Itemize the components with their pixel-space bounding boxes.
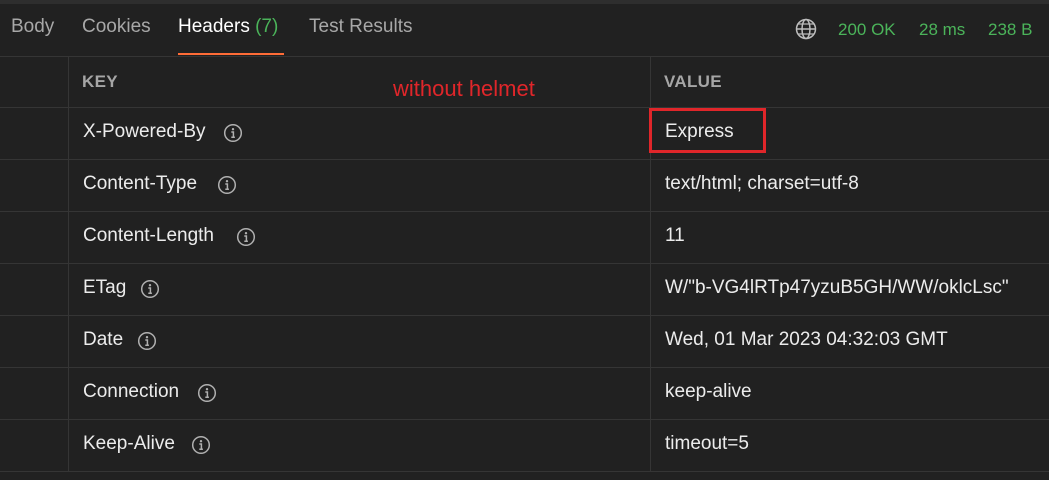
info-icon[interactable] — [140, 279, 160, 299]
header-key: Content-Type — [83, 173, 198, 194]
value-cell: timeout=5 — [651, 420, 1049, 471]
info-icon[interactable] — [137, 331, 157, 351]
annotation-text: without helmet — [393, 76, 535, 101]
gutter-cell — [0, 212, 69, 263]
key-cell: Date — [68, 316, 651, 367]
header-value: W/"b-VG4lRTp47yzuB5GH/WW/oklcLsc" — [665, 277, 1009, 298]
info-icon[interactable] — [191, 435, 211, 455]
gutter-cell — [0, 56, 69, 107]
key-cell: Keep-Alive — [68, 420, 651, 471]
key-cell: Content-Length — [68, 212, 651, 263]
info-icon[interactable] — [223, 123, 243, 143]
gutter-cell — [0, 160, 69, 211]
key-cell: X-Powered-By — [68, 108, 651, 159]
header-key: Connection — [83, 381, 180, 402]
value-cell: text/html; charset=utf-8 — [651, 160, 1049, 211]
value-header-cell: VALUE — [651, 56, 1049, 107]
header-key: Date — [83, 329, 124, 350]
tab-cookies[interactable]: Cookies — [82, 16, 151, 38]
table-row: Connection keep-alive — [0, 368, 1049, 420]
header-key: X-Powered-By — [83, 121, 206, 142]
info-icon[interactable] — [236, 227, 256, 247]
key-header-cell: KEY — [68, 56, 651, 107]
header-value: keep-alive — [665, 381, 752, 402]
headers-table: KEY VALUE X-Powered-By Express Content-T… — [0, 56, 1049, 472]
value-cell: 11 — [651, 212, 1049, 263]
globe-icon[interactable] — [795, 18, 817, 40]
value-cell: keep-alive — [651, 368, 1049, 419]
value-column-header: VALUE — [664, 72, 722, 91]
tab-headers-count: (7) — [255, 16, 279, 37]
key-cell: Content-Type — [68, 160, 651, 211]
value-cell: Wed, 01 Mar 2023 04:32:03 GMT — [651, 316, 1049, 367]
key-cell: Connection — [68, 368, 651, 419]
gutter-cell — [0, 264, 69, 315]
gutter-cell — [0, 420, 69, 471]
tab-headers-label: Headers — [178, 16, 250, 37]
tab-body[interactable]: Body — [11, 16, 54, 38]
gutter-cell — [0, 316, 69, 367]
response-size[interactable]: 238 B — [988, 20, 1032, 40]
table-row: Content-Type text/html; charset=utf-8 — [0, 160, 1049, 212]
response-time[interactable]: 28 ms — [919, 20, 965, 40]
table-row: Date Wed, 01 Mar 2023 04:32:03 GMT — [0, 316, 1049, 368]
gutter-cell — [0, 368, 69, 419]
table-row: ETag W/"b-VG4lRTp47yzuB5GH/WW/oklcLsc" — [0, 264, 1049, 316]
header-value: 11 — [665, 225, 685, 246]
header-value: timeout=5 — [665, 433, 749, 454]
table-row: Content-Length 11 — [0, 212, 1049, 264]
header-key: Content-Length — [83, 225, 214, 246]
value-cell: W/"b-VG4lRTp47yzuB5GH/WW/oklcLsc" — [651, 264, 1049, 315]
header-value: text/html; charset=utf-8 — [665, 173, 859, 194]
tab-test-results[interactable]: Test Results — [309, 16, 412, 38]
header-key: Keep-Alive — [83, 433, 175, 454]
active-tab-indicator — [178, 53, 284, 55]
table-row: X-Powered-By Express — [0, 108, 1049, 160]
info-icon[interactable] — [217, 175, 237, 195]
header-key: ETag — [83, 277, 127, 298]
header-value: Wed, 01 Mar 2023 04:32:03 GMT — [665, 329, 948, 350]
status-code[interactable]: 200 OK — [838, 20, 896, 40]
info-icon[interactable] — [197, 383, 217, 403]
key-column-header: KEY — [82, 72, 118, 91]
table-row: Keep-Alive timeout=5 — [0, 420, 1049, 472]
gutter-cell — [0, 108, 69, 159]
tab-headers[interactable]: Headers (7) — [178, 16, 278, 38]
response-tabs: Body Cookies Headers (7) Test Results 20… — [0, 4, 1049, 57]
annotation-highlight-box — [649, 108, 766, 153]
key-cell: ETag — [68, 264, 651, 315]
